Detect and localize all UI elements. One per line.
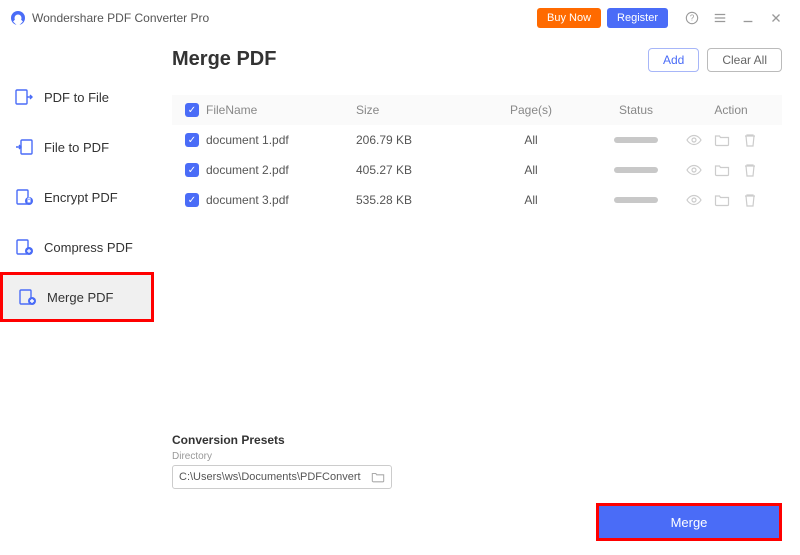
status-bar: [614, 167, 658, 173]
delete-icon[interactable]: [742, 132, 758, 148]
select-all-checkbox[interactable]: ✓: [185, 103, 199, 117]
sidebar-item-label: Compress PDF: [44, 240, 133, 255]
table-header: ✓ FileName Size Page(s) Status Action: [172, 95, 782, 125]
sidebar-item-file-to-pdf[interactable]: File to PDF: [0, 122, 154, 172]
col-pages: Page(s): [476, 103, 586, 117]
cell-pages: All: [476, 163, 586, 177]
sidebar-item-encrypt-pdf[interactable]: Encrypt PDF: [0, 172, 154, 222]
open-folder-icon[interactable]: [714, 132, 730, 148]
col-size: Size: [356, 103, 476, 117]
cell-pages: All: [476, 133, 586, 147]
status-bar: [614, 137, 658, 143]
row-checkbox[interactable]: ✓: [185, 163, 199, 177]
directory-label: Directory: [172, 451, 782, 462]
sidebar: PDF to File File to PDF Encrypt PDF Comp…: [0, 36, 154, 555]
clear-all-button[interactable]: Clear All: [707, 48, 782, 72]
merge-pdf-icon: [17, 287, 37, 307]
titlebar: Wondershare PDF Converter Pro Buy Now Re…: [0, 0, 800, 36]
content: Merge PDF Add Clear All ✓ FileName Size …: [154, 36, 800, 555]
cell-size: 535.28 KB: [356, 193, 476, 207]
open-folder-icon[interactable]: [714, 162, 730, 178]
col-action: Action: [686, 103, 776, 117]
row-checkbox[interactable]: ✓: [185, 133, 199, 147]
sidebar-item-label: Merge PDF: [47, 290, 113, 305]
app-logo-icon: [10, 10, 26, 26]
register-button[interactable]: Register: [607, 8, 668, 28]
col-status: Status: [586, 103, 686, 117]
sidebar-item-label: Encrypt PDF: [44, 190, 118, 205]
sidebar-item-compress-pdf[interactable]: Compress PDF: [0, 222, 154, 272]
cell-pages: All: [476, 193, 586, 207]
encrypt-pdf-icon: [14, 187, 34, 207]
app-title: Wondershare PDF Converter Pro: [32, 11, 209, 25]
file-to-pdf-icon: [14, 137, 34, 157]
menu-icon[interactable]: [712, 10, 728, 26]
cell-filename: document 3.pdf: [206, 193, 356, 207]
cell-filename: document 1.pdf: [206, 133, 356, 147]
sidebar-item-label: File to PDF: [44, 140, 109, 155]
sidebar-item-merge-pdf[interactable]: Merge PDF: [0, 272, 154, 322]
table-row: ✓ document 3.pdf 535.28 KB All: [172, 185, 782, 215]
browse-folder-icon[interactable]: [371, 470, 385, 484]
table-row: ✓ document 1.pdf 206.79 KB All: [172, 125, 782, 155]
row-checkbox[interactable]: ✓: [185, 193, 199, 207]
buy-now-button[interactable]: Buy Now: [537, 8, 601, 28]
conversion-presets: Conversion Presets Directory C:\Users\ws…: [172, 423, 782, 489]
col-filename: FileName: [206, 103, 356, 117]
preview-icon[interactable]: [686, 162, 702, 178]
open-folder-icon[interactable]: [714, 192, 730, 208]
close-icon[interactable]: [768, 10, 784, 26]
status-bar: [614, 197, 658, 203]
svg-text:?: ?: [690, 14, 695, 23]
merge-button[interactable]: Merge: [599, 506, 779, 538]
presets-title: Conversion Presets: [172, 433, 782, 447]
delete-icon[interactable]: [742, 192, 758, 208]
minimize-icon[interactable]: [740, 10, 756, 26]
main: PDF to File File to PDF Encrypt PDF Comp…: [0, 36, 800, 555]
pdf-to-file-icon: [14, 87, 34, 107]
compress-pdf-icon: [14, 237, 34, 257]
preview-icon[interactable]: [686, 132, 702, 148]
sidebar-item-pdf-to-file[interactable]: PDF to File: [0, 72, 154, 122]
cell-filename: document 2.pdf: [206, 163, 356, 177]
preview-icon[interactable]: [686, 192, 702, 208]
file-table: ✓ FileName Size Page(s) Status Action ✓ …: [172, 95, 782, 215]
help-icon[interactable]: ?: [684, 10, 700, 26]
table-row: ✓ document 2.pdf 405.27 KB All: [172, 155, 782, 185]
directory-value: C:\Users\ws\Documents\PDFConvert: [179, 471, 361, 483]
cell-size: 206.79 KB: [356, 133, 476, 147]
directory-field[interactable]: C:\Users\ws\Documents\PDFConvert: [172, 465, 392, 489]
delete-icon[interactable]: [742, 162, 758, 178]
cell-size: 405.27 KB: [356, 163, 476, 177]
sidebar-item-label: PDF to File: [44, 90, 109, 105]
add-button[interactable]: Add: [648, 48, 699, 72]
merge-highlight: Merge: [596, 503, 782, 541]
